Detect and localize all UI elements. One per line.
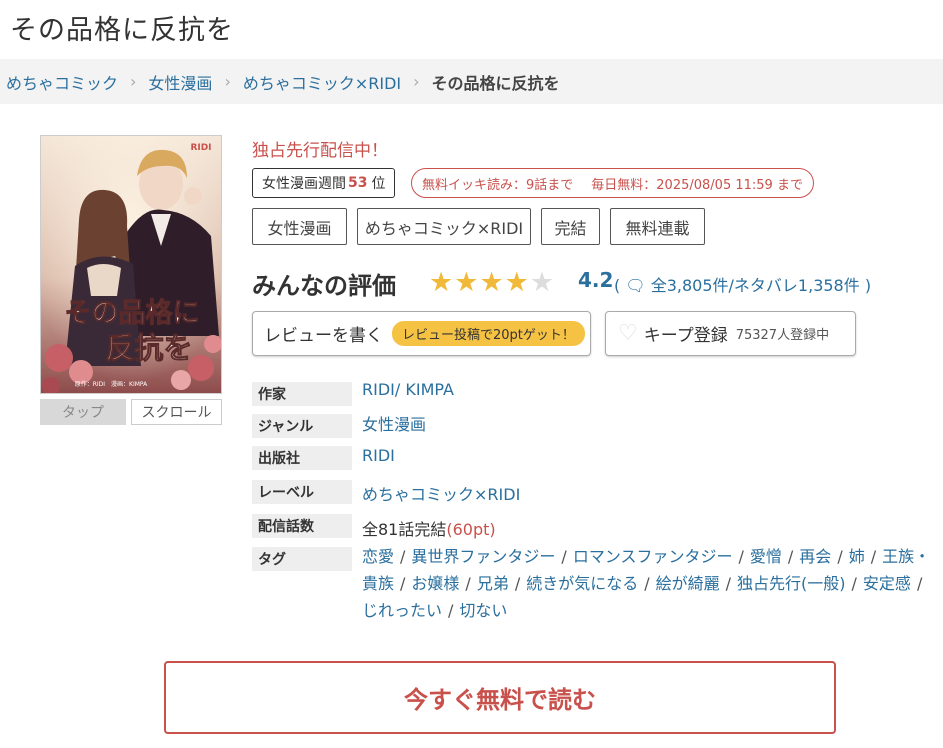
publisher-label: 出版社 bbox=[252, 446, 352, 470]
chevron-right-icon: › bbox=[130, 72, 137, 91]
tag-link[interactable]: 独占先行(一般) bbox=[737, 574, 846, 593]
episodes-points: (60pt) bbox=[446, 520, 496, 539]
star-empty-icon: ★ bbox=[529, 267, 555, 298]
keep-label: キープ登録 bbox=[643, 326, 728, 346]
author-label: 作家 bbox=[252, 382, 352, 406]
tag-link[interactable]: 再会 bbox=[799, 547, 831, 566]
tag-complete[interactable]: 完結 bbox=[541, 208, 600, 245]
label-value[interactable]: めちゃコミック×RIDI bbox=[362, 481, 520, 505]
page-title: その品格に反抗を bbox=[10, 15, 234, 46]
tag-ridi[interactable]: めちゃコミック×RIDI bbox=[357, 208, 531, 245]
heart-icon: ♡ bbox=[618, 320, 638, 346]
tag-separator: / bbox=[514, 574, 521, 593]
tag-link[interactable]: じれったい bbox=[362, 601, 442, 620]
star-filled-icon: ★ bbox=[504, 267, 529, 298]
star-filled-icon: ★ bbox=[429, 267, 454, 298]
tag-separator: / bbox=[448, 601, 454, 620]
episodes-label: 配信話数 bbox=[252, 514, 352, 538]
breadcrumb-item-josei[interactable]: 女性漫画 bbox=[148, 70, 212, 94]
label-label: レーベル bbox=[252, 480, 352, 504]
genre-label: ジャンル bbox=[252, 414, 352, 438]
tag-separator: / bbox=[787, 547, 794, 566]
cover-title-line2: 反抗を bbox=[105, 331, 192, 365]
tag-separator: / bbox=[870, 547, 877, 566]
tag-free-serial[interactable]: 無料連載 bbox=[610, 208, 705, 245]
rating-score: 4.2 bbox=[578, 268, 614, 292]
star-filled-icon: ★ bbox=[479, 267, 504, 298]
tag-link[interactable]: 姉 bbox=[849, 547, 865, 566]
exclusive-notice: 独占先行配信中！ bbox=[252, 141, 388, 161]
author-value[interactable]: RIDI/ KIMPA bbox=[362, 380, 454, 399]
rating-title: みんなの評価 bbox=[252, 272, 396, 300]
write-review-button[interactable]: レビューを書く レビュー投稿で20ptゲット！ bbox=[252, 311, 591, 356]
star-filled-icon: ★ bbox=[454, 267, 479, 298]
tag-separator: / bbox=[644, 574, 650, 593]
tag-link[interactable]: 愛憎 bbox=[750, 547, 782, 566]
star-rating: ★ ★ ★ ★ ★ bbox=[429, 268, 555, 298]
tab-scroll[interactable]: スクロール bbox=[131, 399, 222, 425]
tag-separator: / bbox=[916, 574, 923, 593]
chevron-right-icon: › bbox=[413, 72, 420, 91]
tag-separator: / bbox=[738, 547, 744, 566]
breadcrumb-item-ridi[interactable]: めちゃコミック×RIDI bbox=[243, 70, 401, 94]
free-reading-badge: 無料イッキ読み：9話まで 毎日無料：2025/08/05 11:59 まで bbox=[411, 168, 814, 198]
cover-image[interactable]: その品格に 反抗を RIDI 原作：RIDI 漫画：KIMPA bbox=[40, 135, 222, 394]
tag-separator: / bbox=[851, 574, 857, 593]
write-review-label: レビューを書く bbox=[264, 326, 383, 346]
free-binge-text: 無料イッキ読み：9話まで bbox=[422, 177, 574, 193]
rank-number: 53 bbox=[348, 175, 368, 191]
tag-link[interactable]: お嬢様 bbox=[411, 574, 459, 593]
review-count-link[interactable]: ( 🗨 全3,805件/ネタバレ1,358件 ) bbox=[614, 272, 871, 296]
cover-illustration: その品格に 反抗を RIDI 原作：RIDI 漫画：KIMPA bbox=[41, 136, 221, 393]
cover-title-line1: その品格に bbox=[65, 298, 200, 329]
tag-separator: / bbox=[400, 547, 406, 566]
tag-link[interactable]: 絵が綺麗 bbox=[656, 574, 720, 593]
rank-badge[interactable]: 女性漫画週間 53 位 bbox=[252, 168, 396, 198]
tag-separator: / bbox=[465, 574, 471, 593]
tag-link[interactable]: ロマンスファンタジー bbox=[573, 547, 733, 566]
genre-value[interactable]: 女性漫画 bbox=[362, 411, 426, 435]
tag-link[interactable]: 切ない bbox=[459, 601, 507, 620]
review-promo-badge: レビュー投稿で20ptゲット！ bbox=[392, 321, 585, 346]
publisher-value[interactable]: RIDI bbox=[362, 446, 395, 465]
breadcrumb-item-mechacomic[interactable]: めちゃコミック bbox=[6, 70, 118, 94]
tag-list: 恋愛 / 異世界ファンタジー / ロマンスファンタジー / 愛憎 / 再会 / 姉 / 王族・貴族 / お嬢… bbox=[362, 543, 937, 624]
episodes-value: 全81話完結(60pt) bbox=[362, 516, 496, 540]
chevron-right-icon: › bbox=[224, 72, 231, 91]
read-free-now-button[interactable]: 今すぐ無料で読む bbox=[164, 661, 836, 734]
keep-button[interactable]: ♡ キープ登録 75327人登録中 bbox=[605, 311, 856, 356]
tab-tap[interactable]: タップ bbox=[40, 399, 126, 425]
tags-label: タグ bbox=[252, 547, 352, 571]
keep-count: 75327人登録中 bbox=[735, 328, 830, 343]
rank-suffix: 位 bbox=[371, 176, 386, 192]
tag-link[interactable]: 安定感 bbox=[863, 574, 911, 593]
tag-separator: / bbox=[837, 547, 843, 566]
tag-separator: / bbox=[400, 574, 406, 593]
tag-separator: / bbox=[725, 574, 732, 593]
cover-credits: 原作：RIDI 漫画：KIMPA bbox=[75, 380, 148, 388]
tag-separator: / bbox=[561, 547, 567, 566]
tag-link[interactable]: 兄弟 bbox=[477, 574, 509, 593]
breadcrumb-current: その品格に反抗を bbox=[431, 73, 560, 93]
breadcrumb: めちゃコミック › 女性漫画 › めちゃコミック×RIDI › その品格に反抗を bbox=[0, 59, 943, 104]
rank-prefix: 女性漫画週間 bbox=[262, 176, 346, 192]
cover-publisher-mark: RIDI bbox=[190, 143, 211, 153]
tag-link[interactable]: 続きが気になる bbox=[526, 574, 638, 593]
tag-link[interactable]: 恋愛 bbox=[362, 547, 394, 566]
tag-link[interactable]: 異世界ファンタジー bbox=[411, 547, 555, 566]
tag-josei[interactable]: 女性漫画 bbox=[252, 208, 347, 245]
daily-free-text: 毎日無料：2025/08/05 11:59 まで bbox=[591, 177, 803, 193]
episodes-count: 全81話完結 bbox=[362, 520, 447, 539]
